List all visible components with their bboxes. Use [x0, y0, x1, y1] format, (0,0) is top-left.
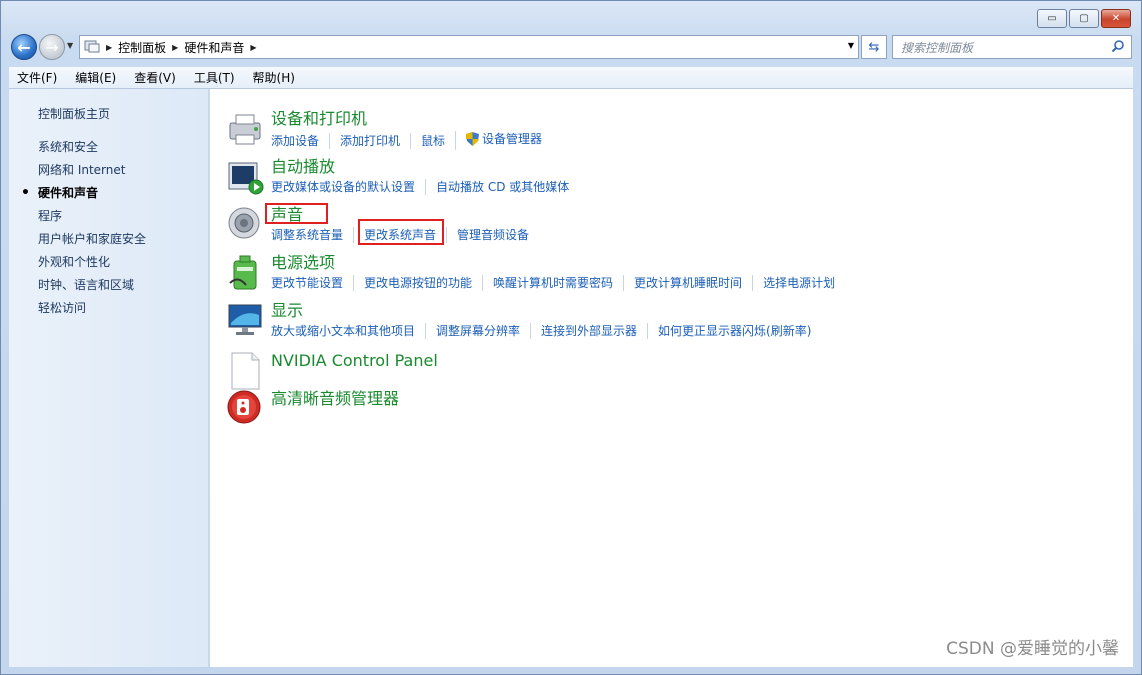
- control-panel-icon: [84, 38, 100, 57]
- watermark: CSDN @爱睡觉的小馨: [946, 639, 1119, 659]
- sidebar-item-ease-of-access[interactable]: 轻松访问: [9, 297, 208, 320]
- uac-shield-icon: [466, 132, 480, 150]
- sidebar-item-clock-region[interactable]: 时钟、语言和区域: [9, 274, 208, 297]
- document-icon[interactable]: [226, 351, 266, 391]
- category-title[interactable]: 自动播放: [271, 157, 579, 179]
- link-add-printer[interactable]: 添加打印机: [329, 132, 410, 149]
- search-placeholder: 搜索控制面板: [901, 40, 974, 55]
- link-power-button-function[interactable]: 更改电源按钮的功能: [353, 275, 482, 291]
- minimize-button[interactable]: ▭: [1037, 9, 1067, 28]
- sidebar-item-network[interactable]: 网络和 Internet: [9, 159, 208, 182]
- breadcrumb-separator-icon[interactable]: ▶: [250, 43, 256, 52]
- category-hd-audio-manager: 高清晰音频管理器: [226, 389, 399, 429]
- category-autoplay: 自动播放 更改媒体或设备的默认设置 自动播放 CD 或其他媒体: [226, 157, 579, 197]
- autoplay-icon[interactable]: [226, 157, 266, 197]
- window-bottom-edge: [9, 667, 1133, 672]
- breadcrumb-separator-icon[interactable]: ▶: [106, 43, 112, 52]
- category-title[interactable]: NVIDIA Control Panel: [271, 351, 438, 373]
- forward-button[interactable]: →: [39, 34, 65, 60]
- link-fix-flicker[interactable]: 如何更正显示器闪烁(刷新率): [647, 323, 821, 339]
- category-title[interactable]: 设备和打印机: [271, 109, 552, 131]
- printer-icon[interactable]: [226, 109, 266, 149]
- menu-view[interactable]: 查看(V): [134, 69, 176, 86]
- sidebar-item-programs[interactable]: 程序: [9, 205, 208, 228]
- audio-manager-icon[interactable]: [226, 389, 266, 429]
- menu-edit[interactable]: 编辑(E): [75, 69, 116, 86]
- link-add-device[interactable]: 添加设备: [271, 133, 329, 149]
- category-title[interactable]: 高清晰音频管理器: [271, 389, 399, 411]
- link-connect-external-display[interactable]: 连接到外部显示器: [530, 323, 647, 339]
- category-devices-printers: 设备和打印机 添加设备 添加打印机 鼠标 设备管理器: [226, 109, 552, 150]
- link-adjust-resolution[interactable]: 调整屏幕分辨率: [425, 323, 530, 339]
- link-device-manager[interactable]: 设备管理器: [455, 131, 552, 150]
- back-button[interactable]: ←: [11, 34, 37, 60]
- category-nvidia: NVIDIA Control Panel: [226, 351, 438, 391]
- breadcrumb-control-panel[interactable]: 控制面板: [118, 39, 166, 56]
- sidebar-item-home[interactable]: 控制面板主页: [9, 103, 208, 126]
- link-autoplay-cd[interactable]: 自动播放 CD 或其他媒体: [425, 179, 579, 195]
- link-device-manager-label: 设备管理器: [482, 132, 543, 146]
- control-panel-window: ▭ ▢ ✕ ← → ▼ ▶ 控制面板 ▶ 硬件和声音 ▶ ▼ ⇆ 搜索控制面板: [0, 0, 1142, 675]
- category-display: 显示 放大或缩小文本和其他项目 调整屏幕分辨率 连接到外部显示器 如何更正显示器…: [226, 301, 821, 341]
- sidebar: 控制面板主页 系统和安全 网络和 Internet 硬件和声音 程序 用户帐户和…: [9, 89, 209, 667]
- link-choose-power-plan[interactable]: 选择电源计划: [752, 275, 845, 291]
- menu-bar: 文件(F) 编辑(E) 查看(V) 工具(T) 帮助(H): [9, 67, 1133, 89]
- link-change-sleep-time[interactable]: 更改计算机睡眠时间: [623, 275, 752, 291]
- menu-tools[interactable]: 工具(T): [194, 69, 235, 86]
- search-icon[interactable]: [1111, 39, 1125, 56]
- power-icon[interactable]: [226, 253, 266, 293]
- sidebar-item-system-security[interactable]: 系统和安全: [9, 136, 208, 159]
- sidebar-item-user-accounts[interactable]: 用户帐户和家庭安全: [9, 228, 208, 251]
- window-controls: ▭ ▢ ✕: [1037, 9, 1131, 28]
- category-power-options: 电源选项 更改节能设置 更改电源按钮的功能 唤醒计算机时需要密码 更改计算机睡眠…: [226, 253, 845, 293]
- close-button[interactable]: ✕: [1101, 9, 1131, 28]
- highlight-box-change-sounds: [358, 219, 444, 245]
- link-require-password-on-wake[interactable]: 唤醒计算机时需要密码: [482, 275, 623, 291]
- maximize-button[interactable]: ▢: [1069, 9, 1099, 28]
- search-input[interactable]: 搜索控制面板: [892, 35, 1132, 59]
- display-icon[interactable]: [226, 301, 266, 341]
- link-mouse[interactable]: 鼠标: [410, 132, 455, 149]
- category-title[interactable]: 显示: [271, 301, 821, 323]
- address-dropdown-icon[interactable]: ▼: [848, 41, 854, 50]
- link-manage-audio-devices[interactable]: 管理音频设备: [446, 227, 539, 243]
- link-change-power-saving[interactable]: 更改节能设置: [271, 275, 353, 291]
- menu-file[interactable]: 文件(F): [17, 69, 57, 86]
- address-bar[interactable]: ▶ 控制面板 ▶ 硬件和声音 ▶ ▼: [79, 35, 859, 59]
- sidebar-item-appearance[interactable]: 外观和个性化: [9, 251, 208, 274]
- menu-help[interactable]: 帮助(H): [253, 69, 295, 86]
- link-change-media-defaults[interactable]: 更改媒体或设备的默认设置: [271, 179, 425, 195]
- main-content: 设备和打印机 添加设备 添加打印机 鼠标 设备管理器 自动播放 更改媒体或设备的…: [210, 89, 1133, 667]
- navigation-bar: ← → ▼ ▶ 控制面板 ▶ 硬件和声音 ▶ ▼ ⇆ 搜索控制面板: [1, 33, 1141, 61]
- link-zoom-text[interactable]: 放大或缩小文本和其他项目: [271, 323, 425, 339]
- sidebar-item-hardware-sound[interactable]: 硬件和声音: [9, 182, 208, 205]
- breadcrumb-separator-icon[interactable]: ▶: [172, 43, 178, 52]
- category-title[interactable]: 电源选项: [271, 253, 845, 275]
- highlight-box-sound-title: [265, 203, 328, 224]
- link-adjust-volume[interactable]: 调整系统音量: [271, 227, 353, 243]
- refresh-icon[interactable]: ⇆: [861, 35, 887, 59]
- speaker-icon[interactable]: [226, 205, 266, 245]
- breadcrumb-hardware-sound[interactable]: 硬件和声音: [184, 39, 244, 56]
- history-dropdown-icon[interactable]: ▼: [67, 41, 73, 50]
